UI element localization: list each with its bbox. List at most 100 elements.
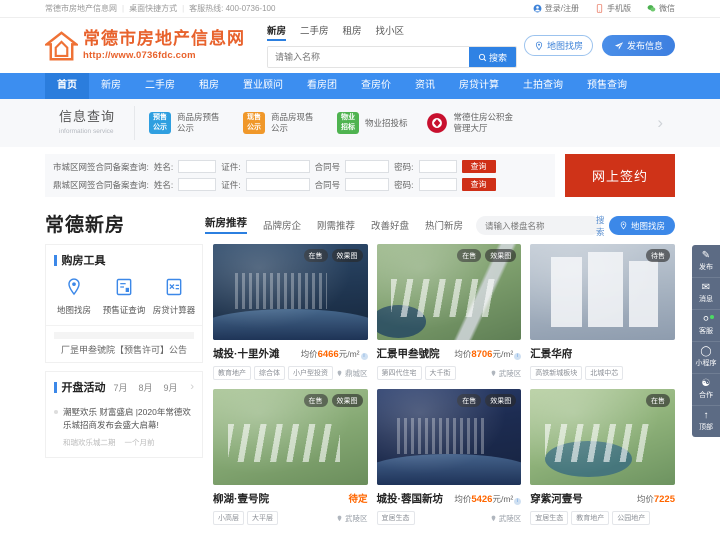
- property-card[interactable]: 在售 效果图 城投·蓉国新坊 均价5426元/m² i 宜居生态 武陵区: [376, 389, 522, 525]
- month-tab-july[interactable]: 7月: [114, 381, 128, 394]
- nav-item-kanfangtuan[interactable]: 看房团: [295, 73, 349, 99]
- property-location: 鼎城区: [336, 368, 368, 379]
- map-search-label: 地图找房: [546, 41, 583, 51]
- tab-pinpai-fangqi[interactable]: 品牌房企: [263, 218, 301, 232]
- top-utility-bar: 常德市房地产信息网 | 桌面快捷方式 | 客服热线: 400-0736-100 …: [0, 0, 720, 18]
- search-tab-xinfang[interactable]: 新房: [267, 23, 287, 41]
- info-icon[interactable]: i: [514, 498, 522, 505]
- buying-tools-panel: 购房工具 地图找房 预售证查询 房贷计算器 厂昰甲叁號院【预售许可】公告: [45, 244, 203, 363]
- property-card[interactable]: 在售 效果图 柳湖·壹号院 待定 小高层 大平层 武陵区: [213, 389, 368, 525]
- info-item-housing-fund[interactable]: 常德住房公积金管理大厅: [426, 112, 514, 134]
- search-icon: [478, 53, 487, 61]
- nav-item-xinfang[interactable]: 新房: [89, 73, 133, 99]
- dingchengqu-password-input[interactable]: [418, 178, 457, 191]
- map-search-button[interactable]: 地图找房: [523, 35, 593, 56]
- opening-events-next-arrow[interactable]: ›: [190, 381, 194, 393]
- search-tab-ershoufang[interactable]: 二手房: [300, 23, 329, 41]
- mobile-version-link[interactable]: 手机版: [595, 3, 631, 14]
- search-input[interactable]: [268, 47, 469, 67]
- dingchengqu-query-button[interactable]: 查询: [461, 178, 496, 191]
- month-tab-august[interactable]: 8月: [139, 381, 153, 394]
- dingchengqu-contract-input[interactable]: [345, 178, 390, 191]
- shichengqu-query-button[interactable]: 查询: [461, 160, 496, 173]
- shichengqu-name-label: 姓名:: [153, 161, 174, 172]
- section-map-search-button[interactable]: 地图找房: [608, 216, 675, 235]
- info-service-next-arrow[interactable]: ›: [657, 113, 675, 133]
- bullet-icon: [54, 410, 58, 414]
- info-item-current-sale-disclosure[interactable]: 现售 公示 商品房现售公示: [243, 112, 319, 134]
- nav-item-fangdaijisuan[interactable]: 房贷计算: [447, 73, 511, 99]
- nav-item-tupaichaxun[interactable]: 土拍查询: [511, 73, 575, 99]
- floating-action-bar: ✎ 发布 ✉ 消息 ⚪ 客服 ◯ 小程序 ☯ 合作 ↑ 顶部: [692, 245, 720, 437]
- buying-tools-header: 购房工具: [46, 245, 202, 272]
- float-cooperation-button[interactable]: ☯ 合作: [692, 373, 720, 405]
- search-tab-zhaoxiaoqu[interactable]: 找小区: [376, 23, 405, 41]
- price-value: 7225: [653, 494, 675, 505]
- dingchengqu-name-input[interactable]: [178, 178, 217, 191]
- wechat-label: 微信: [659, 4, 675, 13]
- float-miniapp-button[interactable]: ◯ 小程序: [692, 341, 720, 373]
- card-name-row: 城投·十里外滩 均价6466元/m² i: [213, 346, 368, 361]
- shichengqu-password-input[interactable]: [418, 160, 457, 173]
- property-tag: 综合体: [254, 366, 285, 380]
- property-price: 均价6466元/m² i: [301, 348, 368, 360]
- image-type-badge: 效果图: [485, 394, 517, 407]
- dingchengqu-label: 鼎城区网签合同备案查询:: [53, 179, 149, 190]
- wechat-link[interactable]: 微信: [647, 3, 675, 14]
- publish-info-button[interactable]: 发布信息: [601, 35, 675, 56]
- property-card[interactable]: 在售 穿紫河壹号 均价7225 宜居生态 教育地产 公园地产: [530, 389, 675, 525]
- tab-xinfang-tuijian[interactable]: 新房推荐: [205, 215, 247, 234]
- nav-item-yushouchaxun[interactable]: 预售查询: [575, 73, 639, 99]
- property-card[interactable]: 在售 效果图 城投·十里外滩 均价6466元/m² i 教育地产 综合体 小户型…: [213, 244, 368, 380]
- shichengqu-name-input[interactable]: [178, 160, 217, 173]
- shichengqu-contract-input[interactable]: [345, 160, 390, 173]
- login-register-link[interactable]: 登录/注册: [533, 3, 579, 14]
- search-tab-zufang[interactable]: 租房: [343, 23, 362, 41]
- tab-remen-xinfang[interactable]: 热门新房: [425, 218, 463, 232]
- nav-item-zixun[interactable]: 资讯: [403, 73, 447, 99]
- search-button[interactable]: 搜索: [469, 47, 516, 67]
- housing-fund-logo-icon: [426, 113, 447, 133]
- notice-placeholder-line: [54, 332, 194, 339]
- presale-notice[interactable]: 厂昰甲叁號院【预售许可】公告: [46, 325, 202, 362]
- info-icon[interactable]: i: [514, 353, 522, 360]
- month-tab-september[interactable]: 9月: [164, 381, 178, 394]
- info-item-property-bidding[interactable]: 物业 招标 物业招投标: [337, 112, 408, 134]
- dingchengqu-id-input[interactable]: [245, 178, 310, 191]
- nav-item-ershoufang[interactable]: 二手房: [133, 73, 187, 99]
- tab-gaishan-haopan[interactable]: 改善好盘: [371, 218, 409, 232]
- desktop-shortcut-link[interactable]: 桌面快捷方式: [129, 3, 177, 14]
- main-navigation: 首页 新房 二手房 租房 置业顾问 看房团 查房价 资讯 房贷计算 土拍查询 预…: [0, 73, 720, 99]
- shichengqu-id-input[interactable]: [245, 160, 310, 173]
- publish-info-label: 发布信息: [626, 41, 663, 51]
- tab-gangxu-tuijian[interactable]: 刚需推荐: [317, 218, 355, 232]
- tool-presale-cert-query[interactable]: 预售证查询: [101, 277, 147, 316]
- info-item-presale-disclosure[interactable]: 预售 公示 商品房预售公示: [149, 112, 225, 134]
- online-signing-button[interactable]: 网上签约: [565, 154, 675, 197]
- float-back-to-top-button[interactable]: ↑ 顶部: [692, 405, 720, 437]
- float-publish-button[interactable]: ✎ 发布: [692, 245, 720, 277]
- price-prefix: 均价: [454, 349, 472, 359]
- phone-icon: [596, 4, 603, 13]
- current-sale-label: 商品房现售公示: [271, 112, 314, 133]
- nav-item-chafangjia[interactable]: 查房价: [349, 73, 403, 99]
- tool-mortgage-calculator[interactable]: 房贷计算器: [151, 277, 197, 316]
- property-card[interactable]: 待售 汇景华府 高铁新城板块 北城中芯: [530, 244, 675, 380]
- info-icon[interactable]: i: [360, 353, 368, 360]
- project-search-link[interactable]: 搜索: [596, 214, 605, 238]
- project-search-input[interactable]: [484, 220, 596, 231]
- content-columns: 购房工具 地图找房 预售证查询 房贷计算器 厂昰甲叁號院【预售许可】公告 开盘活…: [45, 237, 675, 525]
- info-service-title-cn: 信息查询: [59, 109, 116, 124]
- float-message-button[interactable]: ✉ 消息: [692, 277, 720, 309]
- float-service-button[interactable]: ⚪ 客服: [692, 309, 720, 341]
- nav-item-zhiyeguwen[interactable]: 置业顾问: [231, 73, 295, 99]
- nav-item-zufang[interactable]: 租房: [187, 73, 231, 99]
- tool-map-search-label: 地图找房: [56, 305, 91, 315]
- property-card[interactable]: 在售 效果图 汇景甲叁號院 均价8706元/m² i 第四代住宅 大千街 武陵区: [376, 244, 522, 380]
- site-logo[interactable]: 常德市房地产信息网 http://www.0736fdc.com: [45, 30, 245, 61]
- opening-events-header: 开盘活动 7月 8月 9月 ›: [46, 372, 202, 399]
- opening-news-item[interactable]: 潮墅欢乐 财富盛启 |2020年常德欢乐城招商发布会盛大启幕! 和瑞欢乐城二期 …: [46, 399, 202, 457]
- nav-item-shouye[interactable]: 首页: [45, 73, 89, 99]
- document-icon: [116, 278, 132, 296]
- tool-map-search[interactable]: 地图找房: [51, 277, 97, 316]
